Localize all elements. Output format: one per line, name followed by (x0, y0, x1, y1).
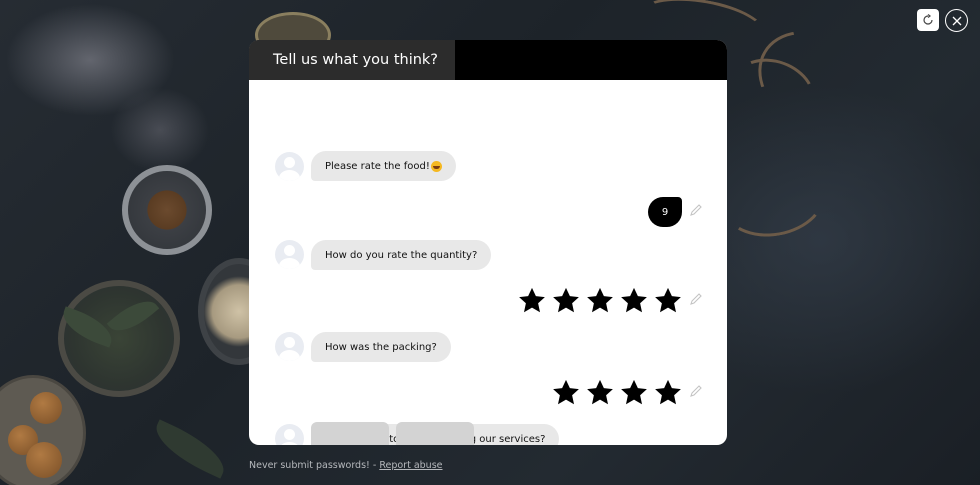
footer: Never submit passwords! - Report abuse (249, 460, 443, 471)
bot-avatar (275, 240, 304, 269)
cookie (30, 392, 62, 424)
chat-header: Tell us what you think? (249, 40, 727, 80)
bot-message: Please rate the food! (311, 151, 456, 181)
vine-branch (714, 151, 832, 245)
pencil-icon[interactable] (689, 292, 703, 306)
password-warning: Never submit passwords! - (249, 460, 380, 471)
refresh-icon (923, 14, 933, 25)
bot-avatar (275, 152, 304, 181)
pencil-icon[interactable] (689, 384, 703, 398)
user-reply-bubble: 9 (648, 197, 682, 227)
star-icon[interactable] (653, 286, 683, 316)
chat-title: Tell us what you think? (249, 40, 455, 80)
report-abuse-link[interactable]: Report abuse (379, 460, 442, 471)
star-icon[interactable] (585, 286, 615, 316)
grinning-face-emoji-icon (430, 160, 442, 172)
star-icon[interactable] (619, 378, 649, 408)
answer-option-button-1[interactable] (311, 422, 389, 445)
bot-avatar (275, 424, 304, 445)
close-button[interactable] (945, 9, 968, 32)
packing-rating (551, 378, 683, 408)
bot-message-text: Please rate the food! (325, 160, 430, 172)
star-icon[interactable] (619, 286, 649, 316)
cookie (26, 442, 62, 478)
quantity-rating (517, 286, 683, 316)
close-icon (952, 16, 961, 25)
bay-leaf (147, 419, 233, 479)
bot-avatar (275, 332, 304, 361)
pencil-icon[interactable] (689, 203, 703, 217)
star-icon[interactable] (551, 378, 581, 408)
bot-message: How do you rate the quantity? (311, 240, 492, 270)
star-icon[interactable] (585, 378, 615, 408)
star-icon[interactable] (551, 286, 581, 316)
chat-body[interactable]: Please rate the food! 9 How do you rate … (249, 80, 727, 445)
herb-bowl (58, 280, 180, 397)
spice-bowl (122, 165, 212, 255)
star-icon[interactable] (653, 378, 683, 408)
bot-message-text: How was the packing? (325, 341, 437, 353)
answer-option-button-2[interactable] (396, 422, 474, 445)
refresh-button[interactable] (917, 9, 939, 31)
bot-message: How was the packing? (311, 332, 451, 362)
bot-message-text: How do you rate the quantity? (325, 249, 478, 261)
chat-window: Tell us what you think? Please rate the … (249, 40, 727, 445)
star-icon[interactable] (517, 286, 547, 316)
